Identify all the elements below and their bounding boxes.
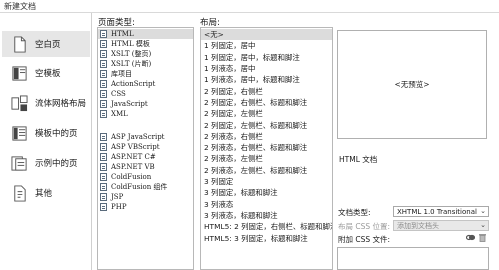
page-type-item[interactable]: XSLT (整页): [98, 49, 193, 59]
layout-item[interactable]: 3 列液态: [201, 199, 332, 210]
layout-item[interactable]: 2 列固定，左侧栏、标题和脚注: [201, 119, 332, 130]
blank-template-icon: [10, 64, 28, 82]
layout-item[interactable]: 2 列液态，左侧栏: [201, 153, 332, 164]
preview-panel: <无预览>: [337, 30, 487, 139]
nav-label: 流体网格布局: [35, 99, 87, 109]
layout-item[interactable]: HTML5: 2 列固定，右侧栏、标题和脚注: [201, 221, 332, 232]
file-icon: [100, 109, 107, 118]
layout-item[interactable]: 1 列固定，居中: [201, 40, 332, 51]
file-icon: [100, 172, 107, 181]
sample-page-icon: [10, 154, 28, 172]
window-title: 新建文档: [4, 2, 36, 11]
nav-label: 空模板: [35, 69, 61, 79]
delete-icon[interactable]: [478, 233, 487, 242]
page-type-item[interactable]: ASP.NET VB: [98, 162, 193, 172]
page-type-item[interactable]: ASP.NET C#: [98, 152, 193, 162]
layout-css-value: 添加到文档头: [397, 221, 439, 230]
nav-label: 模板中的页: [35, 129, 78, 139]
file-icon: [100, 79, 107, 88]
doc-type-label: 文档类型:: [338, 208, 371, 217]
nav-item-template-page[interactable]: 模板中的页: [2, 120, 90, 146]
file-icon: [100, 162, 107, 171]
attached-css-list[interactable]: [337, 247, 489, 270]
file-icon: [100, 59, 107, 68]
layout-list[interactable]: <无> 1 列固定，居中 1 列固定，居中，标题和脚注 1 列液态，居中 1 列…: [200, 27, 333, 270]
nav-item-fluid-grid[interactable]: 流体网格布局: [2, 90, 90, 116]
layout-item[interactable]: 2 列固定，左侧栏: [201, 108, 332, 119]
file-icon: [100, 142, 107, 151]
page-type-item[interactable]: ColdFusion: [98, 172, 193, 182]
layout-item[interactable]: 2 列液态，左侧栏、标题和脚注: [201, 165, 332, 176]
page-type-item[interactable]: XML: [98, 109, 193, 119]
other-icon: [10, 184, 28, 202]
file-icon: [100, 202, 107, 211]
nav-label: 示例中的页: [35, 159, 78, 169]
file-icon: [100, 69, 107, 78]
layout-item[interactable]: 1 列液态，居中，标题和脚注: [201, 74, 332, 85]
page-type-item[interactable]: ASP VBScript: [98, 142, 193, 152]
page-type-item[interactable]: XSLT (片断): [98, 59, 193, 69]
layout-item[interactable]: 1 列固定，居中，标题和脚注: [201, 52, 332, 63]
page-type-item[interactable]: HTML 模板: [98, 39, 193, 49]
page-type-item[interactable]: ASP JavaScript: [98, 132, 193, 142]
nav-item-blank-page[interactable]: 空白页: [2, 31, 90, 57]
template-page-icon: [10, 124, 28, 142]
layout-item[interactable]: 2 列固定，右侧栏: [201, 86, 332, 97]
file-icon: [100, 192, 107, 201]
document-description: HTML 文档: [339, 155, 378, 164]
file-icon: [100, 132, 107, 141]
nav-label: 其他: [35, 189, 53, 199]
layout-item[interactable]: 3 列固定: [201, 176, 332, 187]
layout-item[interactable]: 2 列液态，右侧栏、标题和脚注: [201, 142, 332, 153]
file-icon: [100, 89, 107, 98]
layout-item[interactable]: 1 列液态，居中: [201, 63, 332, 74]
file-icon: [100, 182, 107, 191]
layout-css-label: 布局 CSS 位置:: [338, 222, 391, 231]
doc-type-value: XHTML 1.0 Transitional: [397, 207, 477, 216]
page-type-item[interactable]: ActionScript: [98, 79, 193, 89]
blank-page-icon: [10, 35, 28, 53]
preview-text: <无预览>: [394, 80, 430, 89]
attach-css-label: 附加 CSS 文件:: [338, 235, 391, 244]
page-type-item[interactable]: CSS: [98, 89, 193, 99]
page-type-item[interactable]: JSP: [98, 192, 193, 202]
page-type-item[interactable]: 库项目: [98, 69, 193, 79]
title-bar: 新建文档: [0, 0, 499, 13]
file-icon: [100, 29, 107, 38]
nav-label: 空白页: [35, 40, 61, 50]
page-type-list[interactable]: HTML HTML 模板 XSLT (整页) XSLT (片断) 库项目 Act…: [97, 27, 194, 270]
doc-type-select[interactable]: XHTML 1.0 Transitional ⌄: [393, 206, 489, 217]
category-nav: 空白页 空模板 流体网格布局 模板中的页 示例中的页 其他: [0, 13, 92, 270]
layout-item[interactable]: 2 列固定，右侧栏、标题和脚注: [201, 97, 332, 108]
nav-item-other[interactable]: 其他: [2, 180, 90, 206]
page-type-item[interactable]: ColdFusion 组件: [98, 182, 193, 192]
page-type-item[interactable]: PHP: [98, 202, 193, 212]
file-icon: [100, 152, 107, 161]
nav-item-sample-page[interactable]: 示例中的页: [2, 150, 90, 176]
file-icon: [100, 39, 107, 48]
link-icon[interactable]: [466, 233, 475, 242]
chevron-down-icon: ⌄: [480, 221, 486, 229]
fluid-grid-icon: [10, 94, 28, 112]
layout-css-select[interactable]: 添加到文档头 ⌄: [393, 220, 489, 231]
layout-item[interactable]: 3 列固定，标题和脚注: [201, 187, 332, 198]
layout-item[interactable]: 3 列液态，标题和脚注: [201, 210, 332, 221]
file-icon: [100, 99, 107, 108]
page-type-item[interactable]: HTML: [98, 29, 193, 39]
chevron-down-icon: ⌄: [480, 207, 486, 215]
layout-item[interactable]: HTML5: 3 列固定，标题和脚注: [201, 232, 332, 243]
file-icon: [100, 49, 107, 58]
page-type-item[interactable]: JavaScript: [98, 99, 193, 109]
layout-item[interactable]: 2 列液态，右侧栏: [201, 131, 332, 142]
nav-item-blank-template[interactable]: 空模板: [2, 60, 90, 86]
layout-item[interactable]: <无>: [201, 29, 332, 41]
